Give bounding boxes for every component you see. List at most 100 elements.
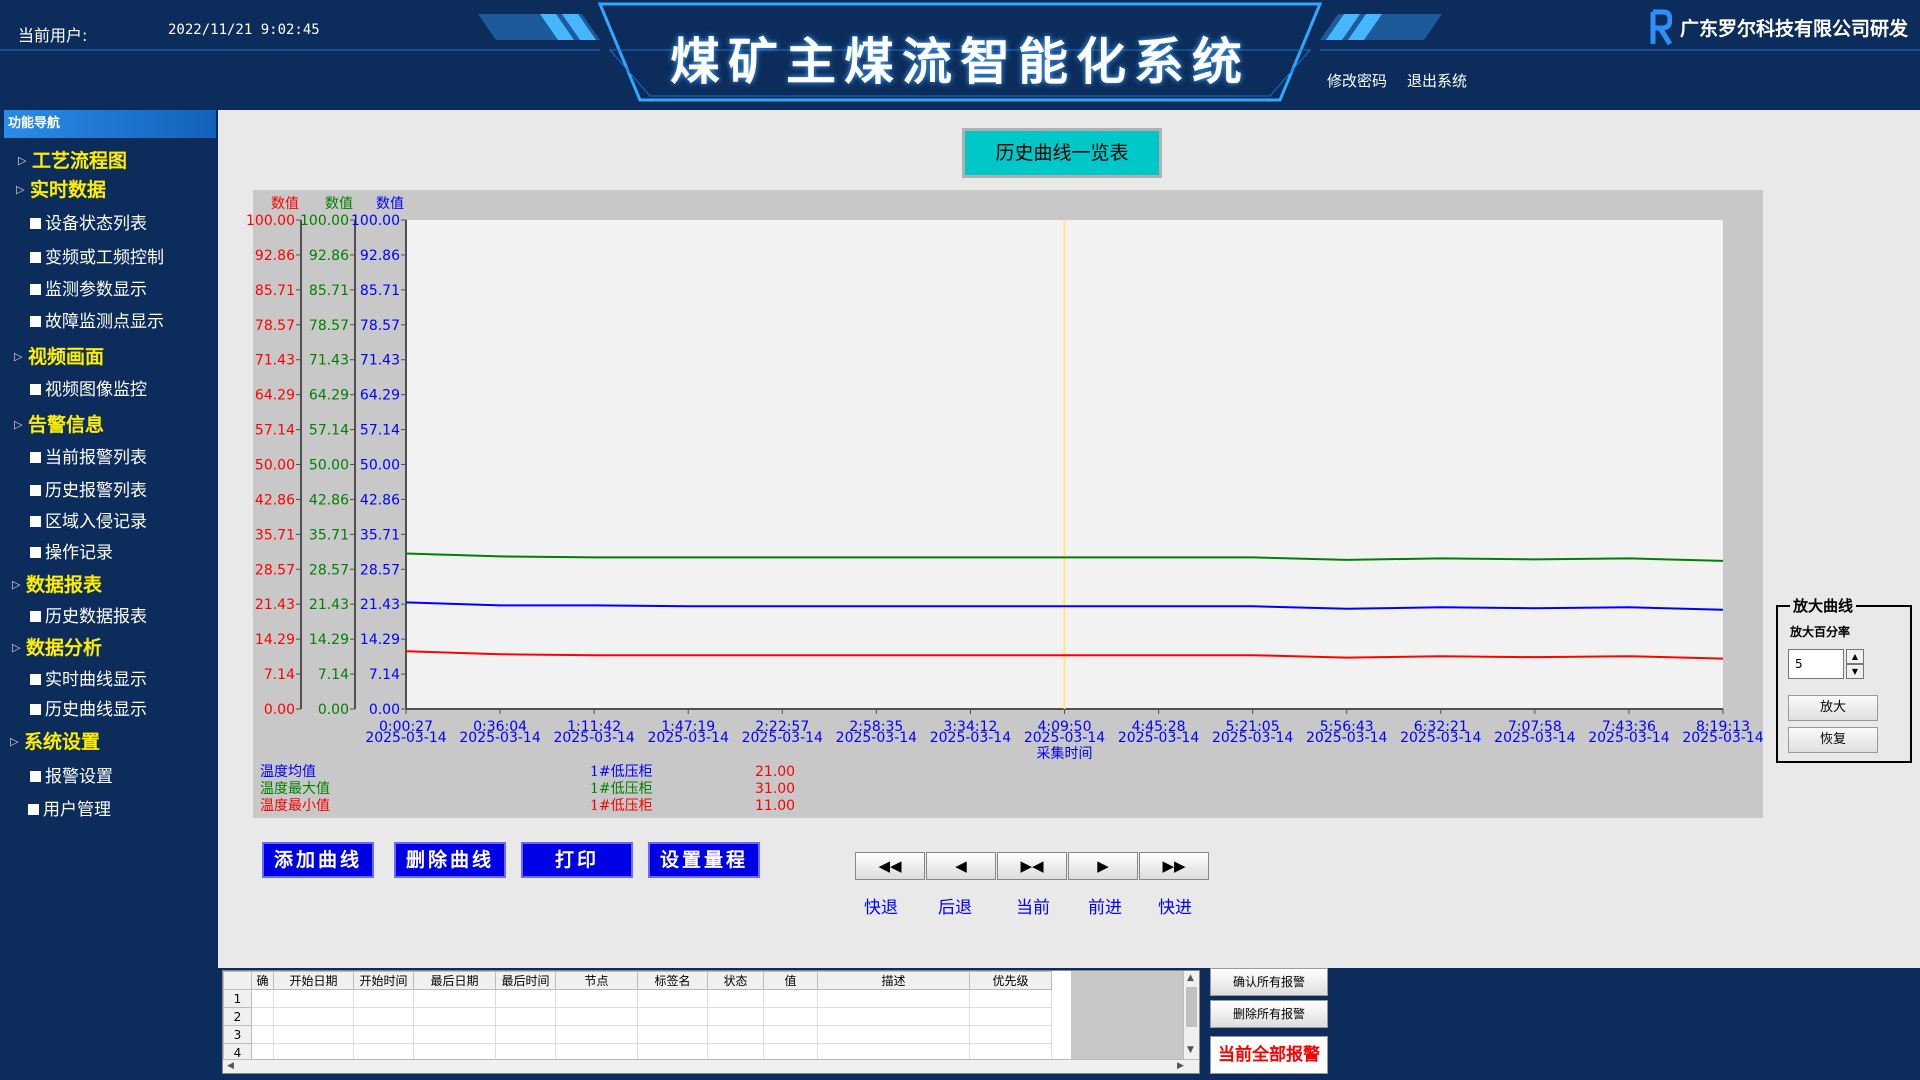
vertical-scrollbar[interactable]: ▲ ▼ — [1183, 971, 1199, 1059]
x-tick-date-label: 2025-03-14 — [1306, 730, 1387, 746]
alarm-table[interactable]: 确 开始日期 开始时间 最后日期 最后时间 节点 标签名 状态 值 描述 优先级… — [222, 970, 1200, 1074]
x-tick-date-label: 2025-03-14 — [1494, 730, 1575, 746]
restore-button[interactable]: 恢复 — [1788, 727, 1878, 753]
legend-cursor-value: 31.00 — [755, 781, 795, 797]
y-tick-label: 50.00 — [309, 458, 349, 474]
row-number-header — [223, 971, 252, 990]
x-tick-date-label: 2025-03-14 — [1682, 730, 1763, 746]
column-header[interactable]: 优先级 — [969, 971, 1052, 990]
table-row[interactable]: 2 — [223, 1007, 1052, 1026]
fast-forward-button[interactable]: ▶▶ — [1139, 852, 1209, 880]
y-tick-label: 14.29 — [255, 632, 295, 648]
column-header[interactable]: 最后日期 — [413, 971, 496, 990]
table-row[interactable]: 1 — [223, 989, 1052, 1008]
y-tick-label: 64.29 — [255, 388, 295, 404]
y-tick-label: 7.14 — [369, 667, 400, 683]
delete-all-alarms-button[interactable]: 删除所有报警 — [1210, 1000, 1328, 1028]
spin-down-icon: ▼ — [1851, 667, 1859, 676]
x-tick-date-label: 2025-03-14 — [1212, 730, 1293, 746]
y-tick-label: 100.00 — [300, 213, 349, 229]
y-tick-label: 21.43 — [255, 597, 295, 613]
legend-series-name: 温度均值 — [260, 764, 316, 780]
scroll-right-icon[interactable]: ▶ — [1177, 1061, 1184, 1071]
column-header[interactable]: 确 — [251, 971, 274, 990]
y-tick-label: 7.14 — [318, 667, 349, 683]
y-tick-label: 92.86 — [309, 248, 349, 264]
current-button[interactable]: ▶◀ — [997, 852, 1067, 880]
y-tick-label: 21.43 — [309, 597, 349, 613]
y-tick-label: 21.43 — [360, 597, 400, 613]
row-number: 3 — [223, 1025, 252, 1044]
step-backward-button[interactable]: ◀ — [926, 852, 996, 880]
current-label[interactable]: 当前 — [998, 893, 1068, 918]
x-tick-date-label: 2025-03-14 — [365, 730, 446, 746]
y-tick-label: 71.43 — [255, 353, 295, 369]
scroll-down-icon[interactable]: ▼ — [1187, 1045, 1194, 1055]
scroll-up-icon[interactable]: ▲ — [1187, 973, 1194, 983]
y-tick-label: 35.71 — [360, 527, 400, 543]
scroll-left-icon[interactable]: ◀ — [227, 1061, 234, 1071]
y-tick-label: 35.71 — [255, 527, 295, 543]
y-tick-label: 64.29 — [309, 388, 349, 404]
history-curve-chart[interactable]: 数值 数值 数值100.0092.8685.7178.5771.4364.2957.… — [0, 0, 1920, 1080]
step-forward-icon: ▶ — [1097, 857, 1109, 875]
spin-up-button[interactable]: ▲ — [1846, 649, 1864, 664]
fast-backward-button[interactable]: ◀◀ — [855, 852, 925, 880]
fast-backward-label[interactable]: 快退 — [846, 893, 916, 918]
axis-header: 数值 — [376, 196, 404, 212]
horizontal-scrollbar[interactable]: ◀ ▶ — [223, 1059, 1199, 1073]
y-tick-label: 0.00 — [264, 702, 295, 718]
column-header[interactable]: 开始日期 — [273, 971, 354, 990]
current-icon: ▶◀ — [1020, 857, 1044, 875]
y-tick-label: 100.00 — [246, 213, 295, 229]
step-forward-button[interactable]: ▶ — [1068, 852, 1138, 880]
column-header[interactable]: 描述 — [817, 971, 970, 990]
add-curve-button[interactable]: 添加曲线 — [262, 842, 374, 878]
alarm-grid-table: 确 开始日期 开始时间 最后日期 最后时间 节点 标签名 状态 值 描述 优先级… — [223, 971, 1052, 1062]
y-tick-label: 71.43 — [360, 353, 400, 369]
y-tick-label: 50.00 — [360, 458, 400, 474]
x-tick-date-label: 2025-03-14 — [1024, 730, 1105, 746]
x-tick-date-label: 2025-03-14 — [553, 730, 634, 746]
y-tick-label: 7.14 — [264, 667, 295, 683]
set-range-button[interactable]: 设置量程 — [648, 842, 760, 878]
step-forward-label[interactable]: 前进 — [1070, 893, 1140, 918]
y-tick-label: 57.14 — [309, 423, 349, 439]
current-all-alarms-button[interactable]: 当前全部报警 — [1210, 1036, 1328, 1074]
column-header[interactable]: 开始时间 — [353, 971, 414, 990]
legend-series-name: 温度最大值 — [260, 781, 330, 797]
x-tick-date-label: 2025-03-14 — [742, 730, 823, 746]
y-tick-label: 92.86 — [360, 248, 400, 264]
column-header[interactable]: 标签名 — [637, 971, 708, 990]
zoom-button[interactable]: 放大 — [1788, 695, 1878, 721]
axis-header: 数值 — [271, 196, 299, 212]
x-tick-date-label: 2025-03-14 — [930, 730, 1011, 746]
column-header[interactable]: 值 — [763, 971, 818, 990]
y-tick-label: 28.57 — [309, 562, 349, 578]
column-header[interactable]: 节点 — [555, 971, 638, 990]
table-row[interactable]: 3 — [223, 1025, 1052, 1044]
zoom-percent-input[interactable]: 5 — [1788, 649, 1844, 679]
y-tick-label: 14.29 — [309, 632, 349, 648]
axis-header: 数值 — [325, 196, 353, 212]
table-header-row: 确 开始日期 开始时间 最后日期 最后时间 节点 标签名 状态 值 描述 优先级 — [223, 971, 1052, 990]
y-tick-label: 78.57 — [255, 318, 295, 334]
row-number: 1 — [223, 989, 252, 1008]
scroll-thumb[interactable] — [1186, 987, 1197, 1027]
y-tick-label: 71.43 — [309, 353, 349, 369]
y-tick-label: 92.86 — [255, 248, 295, 264]
fast-forward-label[interactable]: 快进 — [1140, 893, 1210, 918]
delete-curve-button[interactable]: 删除曲线 — [394, 842, 506, 878]
column-header[interactable]: 最后时间 — [495, 971, 556, 990]
zoom-panel-title: 放大曲线 — [1790, 595, 1857, 616]
print-button[interactable]: 打印 — [521, 842, 633, 878]
step-backward-label[interactable]: 后退 — [920, 893, 990, 918]
spin-down-button[interactable]: ▼ — [1846, 664, 1864, 679]
confirm-all-alarms-button[interactable]: 确认所有报警 — [1210, 968, 1328, 996]
column-header[interactable]: 状态 — [707, 971, 764, 990]
zoom-percent-label: 放大百分率 — [1790, 625, 1851, 639]
legend-series-tag: 1#低压柜 — [590, 764, 653, 780]
fast-backward-icon: ◀◀ — [878, 857, 902, 875]
grid-empty-area — [1071, 971, 1183, 1059]
zoom-panel: 放大曲线 放大百分率 5 ▲ ▼ 放大 恢复 — [1776, 595, 1912, 763]
